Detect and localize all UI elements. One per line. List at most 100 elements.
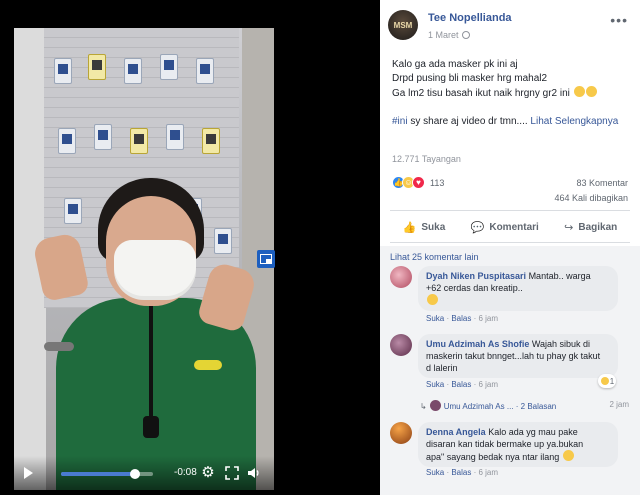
progress-bar[interactable] [61,469,153,479]
fullscreen-icon[interactable] [224,465,240,481]
video-package [54,58,72,84]
person-necklace [149,306,153,426]
author-avatar[interactable]: MSM [388,10,418,40]
like-button[interactable]: 👍 Suka [403,221,446,234]
comment-reply-link[interactable]: Balas [451,468,471,477]
comments-count[interactable]: 83 Komentar [576,178,628,188]
share-button-label: Bagikan [578,221,618,233]
comment-reaction-badge[interactable]: 1 [598,374,616,388]
comment-bubble-icon: 💬 [470,221,485,234]
post-line: #ini sy share aj video dr tmn.... Lihat … [392,115,634,129]
see-more-link[interactable]: Lihat Selengkapnya [530,116,618,127]
commenter-avatar[interactable] [390,266,412,288]
share-arrow-icon: ↪ [564,221,574,234]
commenter-avatar[interactable] [390,422,412,444]
comment-like-link[interactable]: Suka [426,468,444,477]
like-button-label: Suka [421,221,446,233]
reply-author-avatar [429,400,441,411]
post-header: MSM Tee Nopellianda 1 Maret [388,10,512,40]
volume-icon[interactable] [246,465,262,481]
reply-separator: · [515,402,519,411]
post-line: Drpd pusing bli masker hrg mahal2 [392,72,634,86]
comment-button-label: Komentari [489,221,539,233]
view-replies-row[interactable]: ↳ Umu Adzimah As ... · 2 Balasan 2 jam [420,400,635,411]
commenter-name[interactable]: Dyah Niken Puspitasari [426,271,526,281]
comment-time[interactable]: 6 jam [478,468,498,477]
grinning-emoji-icon [585,86,597,97]
video-frame[interactable] [14,28,274,490]
settings-gear-icon[interactable]: ⚙ [200,465,216,481]
shares-count[interactable]: 464 Kali dibagikan [554,193,628,203]
video-package [58,128,76,154]
video-package [202,128,220,154]
comment-text: disaran kan tidak bermake up ya.bukan [426,439,584,449]
grinning-emoji-icon [427,294,438,305]
comment-like-link[interactable]: Suka [426,314,444,323]
play-icon[interactable] [24,467,33,479]
comment-text: Wajah sibuk di [531,339,591,349]
video-package [124,58,142,84]
commenter-name[interactable]: Denna Angela [426,427,486,437]
author-name[interactable]: Tee Nopellianda [428,12,512,24]
person-bangle [194,360,222,370]
hashtag-link[interactable]: #ini [392,116,408,127]
progress-handle[interactable] [129,469,140,479]
person-hand-left [32,231,90,303]
person-hand-right [196,260,258,334]
person-face-mask [114,240,196,300]
comments-section: Lihat 25 komentar lain Dyah Niken Puspit… [380,246,640,495]
replies-count-link[interactable]: 2 Balasan [521,402,557,411]
post-line-text: Drpd pusing bli masker hrg mahal2 [392,73,548,84]
comment-text: Kalo ada yg mau pake [488,427,578,437]
comment-text: +62 cerdas dan kreatip.. [426,283,523,293]
comment-time[interactable]: 6 jam [478,380,498,389]
divider [390,242,630,243]
reaction-summary[interactable]: 👍 ☺ ♥ 113 [392,176,444,189]
post-date-text[interactable]: 1 Maret [428,30,459,40]
comment-time[interactable]: 6 jam [478,314,498,323]
video-package [94,124,112,150]
comment-bubble: Umu Adzimah As Shofie Wajah sibuk di mas… [418,334,618,378]
more-options-icon[interactable]: ••• [610,12,628,28]
comment-bubble: Denna Angela Kalo ada yg mau pake disara… [418,422,618,467]
video-pane[interactable]: -0:08 ⚙ [0,0,380,495]
video-controls: -0:08 ⚙ [14,456,274,490]
post-actions: 👍 Suka 💬 Komentari ↪ Bagikan [390,214,630,240]
picture-in-picture-icon[interactable] [257,250,275,268]
comment-button[interactable]: 💬 Komentari [471,221,539,234]
comment-text: apa" sayang bedak nya ntar ilang [426,452,560,462]
commenter-name[interactable]: Umu Adzimah As Shofie [426,339,529,349]
reply-author-name[interactable]: Umu Adzimah As ... [444,402,514,411]
post-text: Kalo ga ada masker pk ini aj Drpd pusing… [392,58,634,129]
love-reaction-icon: ♥ [412,176,425,189]
divider [390,210,630,211]
thumbs-up-icon: 👍 [402,221,417,234]
grinning-emoji-icon [562,450,574,461]
view-count: 12.771 Tayangan [392,154,461,164]
person-bracelet [44,342,74,351]
comment-reply-link[interactable]: Balas [451,380,471,389]
reaction-count: 113 [430,177,445,188]
post-line: Kalo ga ada masker pk ini aj [392,58,634,72]
comment-meta: Suka · Balas · 6 jam [426,468,499,477]
reply-time[interactable]: 2 jam [609,400,629,409]
comment-bubble: Dyah Niken Puspitasari Mantab.. warga +6… [418,266,618,311]
post-hashtag-text: sy share aj video dr tmn.... [407,116,528,127]
globe-icon [461,31,470,39]
comment-text: maskerin takut bnnget...lah tu phay gk t… [426,351,601,361]
video-package [160,54,178,80]
comment-meta: Suka · Balas · 6 jam [426,380,499,389]
video-package [130,128,148,154]
comment-meta: Suka · Balas · 6 jam [426,314,499,323]
post-line-text: Ga lm2 tisu basah ikut naik hrgny gr2 in… [392,88,570,99]
comment-reaction-count: 1 [609,376,615,386]
post-date[interactable]: 1 Maret [428,30,470,40]
reply-arrow-icon: ↳ [420,402,427,411]
view-more-comments-link[interactable]: Lihat 25 komentar lain [390,252,479,262]
comment-reply-link[interactable]: Balas [451,314,471,323]
progress-fill [61,472,135,476]
share-button[interactable]: ↪ Bagikan [564,221,617,234]
commenter-avatar[interactable] [390,334,412,356]
grinning-emoji-icon [573,86,585,97]
comment-like-link[interactable]: Suka [426,380,444,389]
